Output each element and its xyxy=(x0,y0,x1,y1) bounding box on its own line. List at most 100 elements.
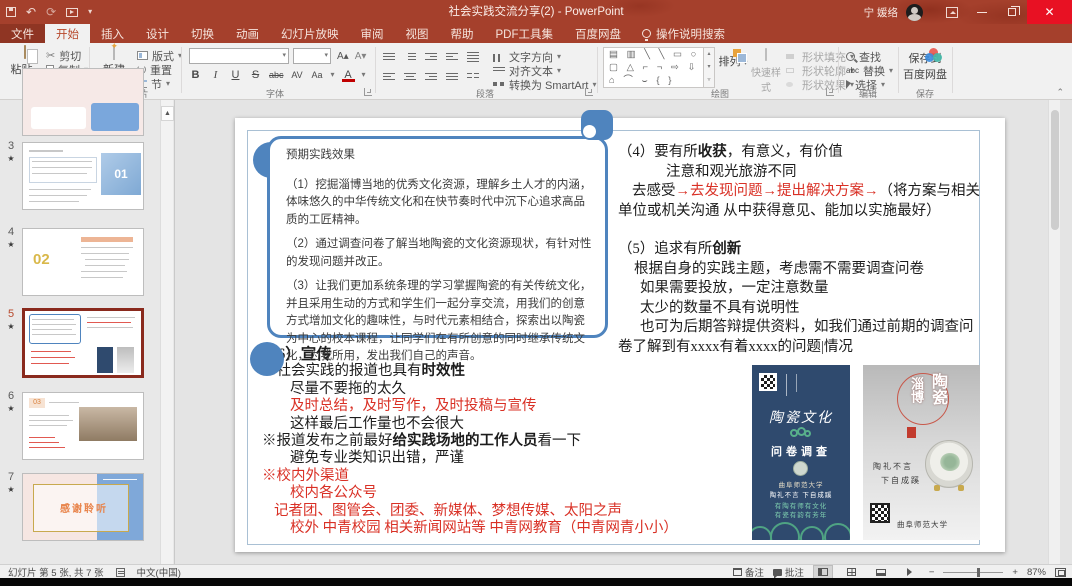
tab-pdf-tools[interactable]: PDF工具集 xyxy=(485,24,565,43)
slide-editor[interactable]: 预期实践效果 （1）挖掘淄博当地的优秀文化资源，理解乡土人才的内涵，体味悠久的中… xyxy=(235,118,1005,552)
shape-outline-button[interactable]: 形状轮廓 ▾ xyxy=(786,64,854,77)
comments-toggle[interactable]: 批注 xyxy=(773,565,804,579)
normal-view-button[interactable] xyxy=(813,565,833,579)
save-to-baidu-button[interactable]: 保存到 百度网盘 xyxy=(903,48,947,82)
zoom-slider-thumb[interactable] xyxy=(977,568,980,577)
slide-6-thumbnail[interactable]: 03 xyxy=(22,392,144,460)
save-icon[interactable] xyxy=(6,7,16,17)
restore-button[interactable] xyxy=(997,0,1027,24)
change-case-button[interactable]: Aa xyxy=(311,70,324,80)
character-spacing-button[interactable]: AV xyxy=(291,70,304,80)
increase-indent-icon[interactable] xyxy=(446,52,458,62)
slide-7-thumbnail[interactable]: 感谢聆听 xyxy=(22,473,144,541)
gallery-more-icon[interactable]: ▿ xyxy=(704,74,714,87)
tell-me-search[interactable]: 操作说明搜索 xyxy=(632,24,735,43)
shapes-row-1[interactable]: ▤ ▥ ╲ ╲ ▭ ○ xyxy=(604,48,714,61)
shapes-row-2[interactable]: ▢ △ ⌐ ¬ ⇨ ⇩ xyxy=(604,61,714,74)
expected-results-textbox[interactable]: 预期实践效果 （1）挖掘淄博当地的优秀文化资源，理解乡土人才的内涵，体味悠久的中… xyxy=(267,136,608,338)
undo-icon[interactable]: ↶ xyxy=(26,6,36,18)
shapes-row-3[interactable]: ⌂ ⌒ ⌣ { } xyxy=(604,74,714,87)
bold-button[interactable]: B xyxy=(189,69,202,81)
slide-4-thumbnail[interactable]: 02 xyxy=(22,228,144,296)
shrink-font-button[interactable]: A▾ xyxy=(355,51,367,62)
ribbon-display-options-button[interactable] xyxy=(937,0,967,24)
notes-toggle[interactable]: 备注 xyxy=(733,565,764,579)
tab-file[interactable]: 文件 xyxy=(0,24,45,43)
font-dialog-launcher[interactable] xyxy=(364,88,372,96)
arrange-button[interactable]: 排列 ▾ xyxy=(718,49,748,69)
proofing-icon[interactable] xyxy=(116,568,125,577)
quick-styles-button[interactable]: 快速样式 xyxy=(750,49,782,94)
shapes-gallery[interactable]: ▤ ▥ ╲ ╲ ▭ ○ ▢ △ ⌐ ¬ ⇨ ⇩ ⌂ ⌒ ⌣ { } ▴ ▾ ▿ xyxy=(603,47,715,88)
section-4-textbox[interactable]: （4）要有所收获，有意义，有价值 注意和观光旅游不同 去感受→去发现问题→提出解… xyxy=(618,143,980,221)
line-spacing-icon[interactable] xyxy=(467,52,479,62)
font-color-button[interactable]: A xyxy=(342,69,355,81)
align-right-icon[interactable] xyxy=(425,72,437,82)
gallery-down-icon[interactable]: ▾ xyxy=(704,61,714,74)
close-button[interactable]: ✕ xyxy=(1027,0,1072,24)
thumbnail-scrollbar[interactable] xyxy=(160,100,173,564)
paragraph-dialog-launcher[interactable] xyxy=(585,88,593,96)
tab-review[interactable]: 审阅 xyxy=(350,24,395,43)
minimize-button[interactable] xyxy=(967,0,997,24)
justify-icon[interactable] xyxy=(446,72,458,82)
customize-qat-icon[interactable]: ▾ xyxy=(88,8,92,16)
collapse-ribbon-icon[interactable]: ⌃ xyxy=(1056,87,1064,98)
text-direction-button[interactable]: 文字方向 ▾ xyxy=(493,50,561,63)
tab-slideshow[interactable]: 幻灯片放映 xyxy=(270,24,350,43)
reading-view-button[interactable] xyxy=(871,565,891,579)
gallery-up-icon[interactable]: ▴ xyxy=(704,48,714,61)
drawing-dialog-launcher[interactable] xyxy=(826,88,834,96)
fit-slide-to-window-button[interactable] xyxy=(1055,568,1066,577)
slideshow-view-button[interactable] xyxy=(900,565,920,579)
cut-button[interactable]: ✂剪切 xyxy=(46,49,81,62)
section-6-textbox[interactable]: （6）宣传 ※社会实践的报道也具有时效性 尽量不要拖的太久 及时总结，及时写作，… xyxy=(262,346,678,537)
editor-scrollbar-thumb[interactable] xyxy=(1051,110,1059,230)
tab-home[interactable]: 开始 xyxy=(45,24,90,43)
slide-sorter-view-button[interactable] xyxy=(842,565,862,579)
numbering-icon[interactable] xyxy=(404,52,416,62)
align-text-button[interactable]: 对齐文本 ▾ xyxy=(493,64,561,77)
underline-button[interactable]: U xyxy=(229,69,242,81)
tab-view[interactable]: 视图 xyxy=(395,24,440,43)
poster-ceramic-culture[interactable]: 陶瓷文化 问卷调查 曲阜师范大学 陶礼不言 下自成蹊 有陶有师有文化 有瓷有韵有… xyxy=(752,365,850,540)
slide-3-thumbnail[interactable]: 01 xyxy=(22,142,144,210)
italic-button[interactable]: I xyxy=(209,69,222,81)
tab-design[interactable]: 设计 xyxy=(135,24,180,43)
decrease-indent-icon[interactable] xyxy=(425,52,437,62)
avatar[interactable] xyxy=(906,4,923,21)
columns-icon[interactable] xyxy=(467,72,479,82)
bullets-icon[interactable] xyxy=(383,52,395,62)
slide-5-thumbnail[interactable] xyxy=(22,308,144,378)
shape-fill-button[interactable]: 形状填充 ▾ xyxy=(786,50,854,63)
layout-button[interactable]: 版式 ▾ xyxy=(137,49,182,62)
section-5-textbox[interactable]: （5）追求有所创新 根据自身的实践主题，考虑需不需要调查问卷 如果需要投放，一定… xyxy=(618,240,974,357)
align-left-icon[interactable] xyxy=(383,72,395,82)
tab-help[interactable]: 帮助 xyxy=(440,24,485,43)
user-name[interactable]: 宁 媛络 xyxy=(864,5,898,20)
poster-zibo-ceramics[interactable]: 淄博 陶瓷 陶礼不言 下自成蹊 曲阜师范大学 xyxy=(863,365,980,540)
thumbnail-scroll-up-button[interactable]: ▲ xyxy=(161,106,174,121)
tab-baidu-netdisk[interactable]: 百度网盘 xyxy=(564,24,632,43)
slide-counter[interactable]: 幻灯片 第 5 张, 共 7 张 xyxy=(8,565,104,579)
start-slideshow-icon[interactable] xyxy=(66,8,78,17)
strikethrough-button[interactable]: abc xyxy=(269,70,284,80)
font-name-combo[interactable] xyxy=(189,48,289,64)
grow-font-button[interactable]: A▴ xyxy=(337,51,349,62)
shapes-gallery-scrollbar[interactable]: ▴ ▾ ▿ xyxy=(703,48,714,87)
editor-scrollbar[interactable] xyxy=(1048,100,1060,564)
font-size-combo[interactable] xyxy=(293,48,331,64)
zoom-out-button[interactable]: − xyxy=(929,567,935,578)
replace-button[interactable]: abc替换 ▾ xyxy=(846,64,893,77)
tab-transitions[interactable]: 切换 xyxy=(180,24,225,43)
zoom-level[interactable]: 87% xyxy=(1027,567,1046,578)
text-shadow-button[interactable]: S xyxy=(249,69,262,81)
zoom-slider[interactable] xyxy=(943,572,1003,573)
slide-2-thumbnail[interactable] xyxy=(22,68,144,136)
language-indicator[interactable]: 中文(中国) xyxy=(137,565,181,579)
tab-animations[interactable]: 动画 xyxy=(225,24,270,43)
find-button[interactable]: 查找 xyxy=(846,50,881,63)
redo-icon[interactable]: ⟳ xyxy=(46,6,56,18)
align-center-icon[interactable] xyxy=(404,72,416,82)
zoom-in-button[interactable]: + xyxy=(1012,567,1018,578)
